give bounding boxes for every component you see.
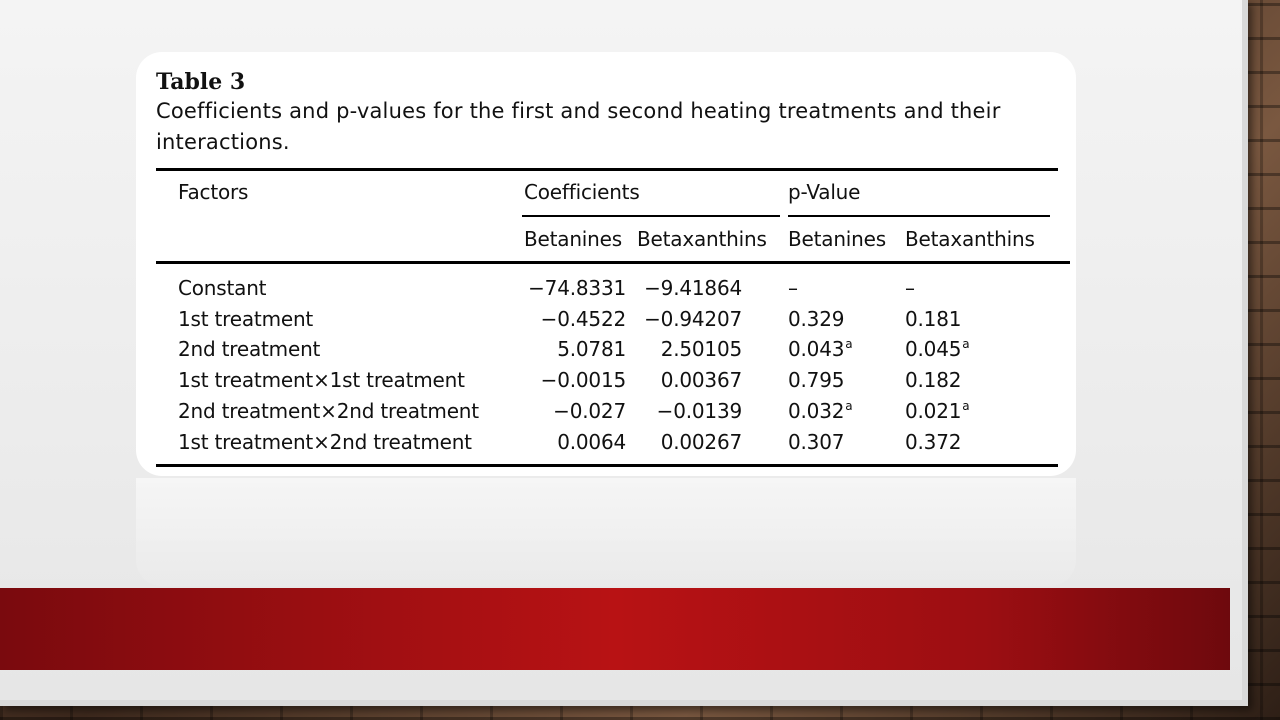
cell-value: 0.045 xyxy=(905,337,962,361)
subheader-p-betaxanthins: Betaxanthins xyxy=(905,227,1035,251)
p-betaxanthins-cell: 0.181 xyxy=(905,307,1005,331)
coef-betanines-cell: −0.0015 xyxy=(496,368,627,392)
coef-betaxanthins-cell: −9.41864 xyxy=(612,276,742,300)
cell-value: 0.372 xyxy=(905,430,962,454)
coef-betanines-cell: 0.0064 xyxy=(496,430,626,454)
cell-value: 0.00367 xyxy=(660,368,743,392)
footnote-marker: a xyxy=(845,399,853,413)
table-bottom-rule xyxy=(156,464,1058,467)
header-coefficients: Coefficients xyxy=(524,180,640,204)
p-betaxanthins-cell: 0.045a xyxy=(905,337,1005,361)
header-bottom-rule xyxy=(156,261,1070,264)
coef-betanines-cell: 5.0781 xyxy=(496,337,626,361)
pvalue-underline xyxy=(788,215,1050,217)
p-betanines-cell: 0.043a xyxy=(788,337,888,361)
cell-value: −0.94207 xyxy=(644,307,742,331)
cell-value: 0.329 xyxy=(788,307,845,331)
coefficients-underline xyxy=(522,215,780,217)
p-betanines-cell: 0.307 xyxy=(788,430,888,454)
coef-betanines-cell: −0.4522 xyxy=(496,307,627,331)
subheader-coef-betanines: Betanines xyxy=(524,227,622,251)
cell-value: 0.307 xyxy=(788,430,845,454)
p-betanines-cell: – xyxy=(788,276,888,300)
caption-line-2: interactions. xyxy=(156,130,290,154)
cell-value: −0.0139 xyxy=(656,399,743,423)
footnote-marker: a xyxy=(962,337,970,351)
cell-value: −9.41864 xyxy=(644,276,742,300)
cell-value: 0.795 xyxy=(788,368,845,392)
factor-cell: Constant xyxy=(178,276,267,300)
cell-value: 0.021 xyxy=(905,399,962,423)
cell-value: 0.043 xyxy=(788,337,845,361)
p-betaxanthins-cell: 0.182 xyxy=(905,368,1005,392)
cell-value: 0.032 xyxy=(788,399,845,423)
p-betanines-cell: 0.329 xyxy=(788,307,888,331)
subheader-p-betanines: Betanines xyxy=(788,227,886,251)
subheader-coef-betaxanthins: Betaxanthins xyxy=(637,227,767,251)
header-factors: Factors xyxy=(178,180,249,204)
cell-value: 0.00267 xyxy=(660,430,743,454)
factor-cell: 1st treatment×1st treatment xyxy=(178,368,465,392)
table-caption: Table 3 Coefficients and p-values for th… xyxy=(156,68,1061,158)
cell-value: 0.181 xyxy=(905,307,962,331)
p-betaxanthins-cell: 0.372 xyxy=(905,430,1005,454)
factor-cell: 1st treatment×2nd treatment xyxy=(178,430,472,454)
coef-betaxanthins-cell: 2.50105 xyxy=(612,337,743,361)
red-banner xyxy=(0,588,1230,670)
p-betanines-cell: 0.795 xyxy=(788,368,888,392)
coef-betaxanthins-cell: −0.94207 xyxy=(612,307,742,331)
p-betanines-cell: 0.032a xyxy=(788,399,888,423)
cell-value: 0.182 xyxy=(905,368,962,392)
coef-betaxanthins-cell: −0.0139 xyxy=(612,399,743,423)
coef-betaxanthins-cell: 0.00367 xyxy=(612,368,743,392)
factor-cell: 1st treatment xyxy=(178,307,314,331)
table-reflection: 1st treatment×2nd treatment0.00640.00267… xyxy=(136,478,1076,586)
cell-value: – xyxy=(788,276,798,300)
coef-betaxanthins-cell: 0.00267 xyxy=(612,430,743,454)
coef-betanines-cell: −74.8331 xyxy=(496,276,626,300)
header-pvalue: p-Value xyxy=(788,180,861,204)
footnote-marker: a xyxy=(845,337,853,351)
factor-cell: 2nd treatment xyxy=(178,337,321,361)
p-betaxanthins-cell: – xyxy=(905,276,1005,300)
cell-value: – xyxy=(905,276,915,300)
coef-betanines-cell: −0.027 xyxy=(496,399,626,423)
footnote-marker: a xyxy=(962,399,970,413)
p-betaxanthins-cell: 0.021a xyxy=(905,399,1005,423)
caption-line-1: Coefficients and p-values for the first … xyxy=(156,99,1001,123)
cell-value: 2.50105 xyxy=(660,337,743,361)
table-number: Table 3 xyxy=(156,69,246,95)
table-image-card: Table 3 Coefficients and p-values for th… xyxy=(136,52,1076,476)
table-top-rule xyxy=(156,168,1058,171)
factor-cell: 2nd treatment×2nd treatment xyxy=(178,399,479,423)
slide: Table 3 Coefficients and p-values for th… xyxy=(0,0,1248,706)
